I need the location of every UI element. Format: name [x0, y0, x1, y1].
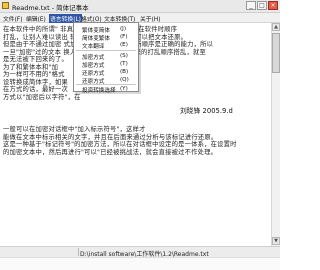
dropdown-item-shortcut: (B)	[120, 69, 129, 75]
dropdown-item-restore-b[interactable]: 还原方式 (B)	[74, 68, 138, 77]
dropdown-item-encrypt-t[interactable]: 加密方式 (T)	[74, 60, 138, 69]
vertical-scrollbar[interactable]: ▲ ▼	[271, 23, 280, 246]
menu-file[interactable]: 文件(F)	[3, 14, 22, 23]
text-line: 方式以"加密后以字符"，在	[3, 93, 81, 101]
notepad-app-icon[interactable]	[2, 2, 9, 9]
dropdown-item-label: 文本翻译	[82, 44, 105, 50]
menu-bar: 文件(F) 编辑(E) 语言转换(L) 格式(O) 文本转换(T) 关于(H)	[0, 13, 280, 23]
maximize-button[interactable]: □	[257, 1, 267, 10]
window-controls: _ □ ×	[245, 1, 278, 10]
dropdown-item-shortcut: (T)	[120, 61, 128, 67]
dropdown-item-text-translate[interactable]: 文本翻译 (E)	[74, 41, 138, 50]
dropdown-item-shortcut: (J)	[120, 26, 127, 32]
language-convert-dropdown: 繁体变简体 (J) 简体变繁体 (F) 文本翻译 (E) 加密方式 (S) 加密…	[73, 22, 139, 94]
dropdown-item-restore-q[interactable]: 还原方式 (Q)	[74, 76, 138, 85]
window-title: Readme.txt - 简体记事本	[12, 4, 89, 12]
close-button[interactable]: ×	[268, 1, 278, 10]
minimize-button[interactable]: _	[246, 1, 256, 10]
signature: 刘晓锋 2005.9.d	[180, 107, 233, 115]
title-bar[interactable]: Readme.txt - 简体记事本 _ □ ×	[0, 0, 280, 13]
dropdown-item-label: 投资转换选择	[82, 88, 116, 94]
scroll-down-arrow-icon[interactable]: ▼	[272, 237, 280, 245]
dropdown-separator	[76, 50, 136, 51]
dropdown-item-shortcut: (Y)	[120, 86, 128, 92]
dropdown-item-shortcut: (S)	[120, 53, 128, 59]
dropdown-item-shortcut: (E)	[120, 42, 128, 48]
menu-edit[interactable]: 编辑(E)	[26, 14, 46, 23]
text-line: 的加密文本中，然后再进行"可以"已经被挑战法，就会直接被过不作处理。	[3, 148, 218, 156]
dropdown-item-simplified-to-traditional[interactable]: 简体变繁体 (F)	[74, 33, 138, 42]
dropdown-item-encrypt-s[interactable]: 加密方式 (S)	[74, 52, 138, 61]
status-divider	[78, 248, 79, 256]
status-bar: D:\install software\工作软件\1.2\Readme.txt	[0, 246, 280, 258]
scroll-up-arrow-icon[interactable]: ▲	[272, 23, 280, 31]
bottom-strip	[0, 257, 280, 270]
dropdown-item-shortcut: (Q)	[120, 77, 129, 83]
dropdown-item-convert-selection[interactable]: 投资转换选择 (Y)	[74, 85, 138, 94]
menu-about[interactable]: 关于(H)	[140, 14, 160, 23]
dropdown-item-shortcut: (F)	[120, 34, 128, 40]
scroll-thumb[interactable]	[272, 33, 280, 73]
notepad-window: Readme.txt - 简体记事本 _ □ × 文件(F) 编辑(E) 语言转换(…	[0, 0, 280, 270]
dropdown-item-traditional-to-simplified[interactable]: 繁体变简体 (J)	[74, 25, 138, 34]
